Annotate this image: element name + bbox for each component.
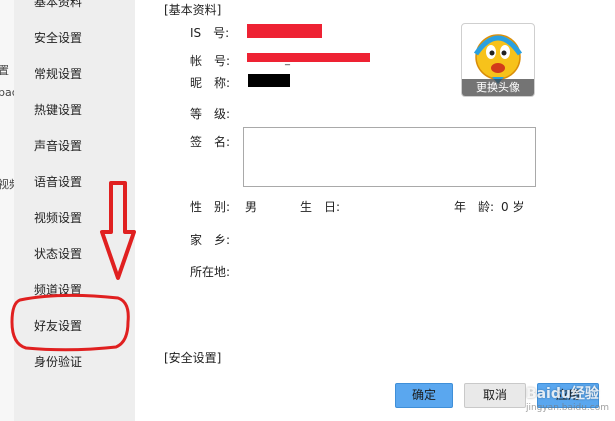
watermark-subtext: jingyan.baidu.com xyxy=(525,403,609,413)
highlight-circle-icon xyxy=(10,293,130,352)
watermark-text: Baidu经验 xyxy=(525,386,599,402)
down-arrow-icon xyxy=(100,181,136,280)
watermark: Baidu经验 jingyan.baidu.com xyxy=(526,383,609,413)
annotation-overlay xyxy=(10,181,136,352)
